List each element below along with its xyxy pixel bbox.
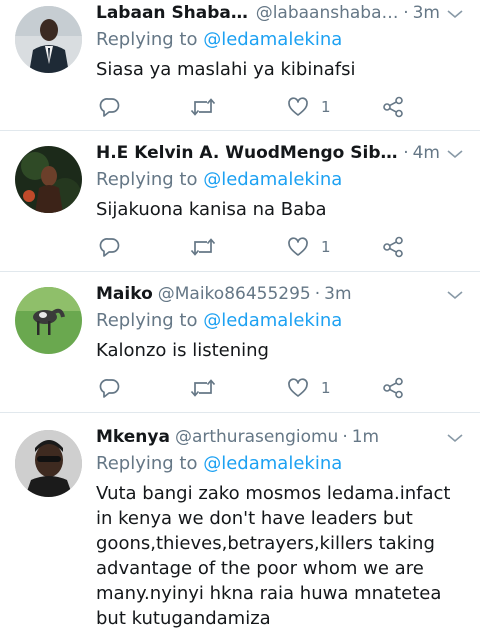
replying-label: Replying to (96, 169, 198, 190)
reply-icon (99, 379, 120, 398)
tweet-text: Vuta bangi zako mosmos ledama.infact in … (96, 483, 451, 629)
replying-to: Replying to @ledamalekina (96, 309, 480, 333)
like-count: 1 (321, 379, 331, 397)
tweet[interactable]: Mkenya @arthurasengiomu · 1m Replying to… (0, 413, 480, 643)
replying-label: Replying to (96, 310, 198, 331)
author-handle[interactable]: @Maiko86455295 (158, 283, 311, 305)
mention-link[interactable]: @ledamalekina (203, 310, 342, 331)
like-count: 1 (321, 238, 331, 256)
tweet-text: Kalonzo is listening (96, 340, 269, 361)
tweet[interactable]: Labaan Shabaan @labaanshabaan · 3m Reply… (0, 0, 480, 131)
like-button[interactable]: 1 (287, 377, 331, 399)
tweet[interactable]: H.E Kelvin A. WuodMengo Sibuor J... · 4m… (0, 131, 480, 272)
reply-button[interactable] (99, 377, 121, 399)
author-name[interactable]: H.E Kelvin A. WuodMengo Sibuor J... (96, 142, 399, 164)
retweet-button[interactable] (190, 96, 216, 118)
tweet-header: Labaan Shabaan @labaanshabaan · 3m (96, 2, 480, 24)
share-button[interactable] (382, 377, 404, 399)
replying-label: Replying to (96, 453, 198, 474)
avatar[interactable] (15, 6, 82, 73)
replying-label: Replying to (96, 29, 198, 50)
retweet-icon (190, 379, 216, 397)
author-handle[interactable]: @arthurasengiomu (175, 426, 338, 448)
share-icon (383, 236, 403, 258)
avatar[interactable] (15, 146, 82, 213)
reply-button[interactable] (99, 96, 121, 118)
timestamp[interactable]: 3m (413, 2, 440, 24)
like-button[interactable]: 1 (287, 236, 331, 258)
replying-to: Replying to @ledamalekina (96, 168, 480, 192)
author-name[interactable]: Mkenya (96, 426, 170, 448)
timestamp[interactable]: 1m (352, 426, 379, 448)
author-name[interactable]: Labaan Shabaan (96, 2, 251, 24)
tweet-text: Sijakuona kanisa na Baba (96, 199, 327, 220)
reply-icon (99, 238, 120, 257)
replies-feed: Labaan Shabaan @labaanshabaan · 3m Reply… (0, 0, 480, 643)
mention-link[interactable]: @ledamalekina (203, 453, 342, 474)
like-icon (288, 97, 308, 116)
replying-to: Replying to @ledamalekina (96, 452, 480, 476)
retweet-button[interactable] (190, 377, 216, 399)
like-count: 1 (321, 98, 331, 116)
reply-icon (99, 98, 120, 117)
chevron-down-icon[interactable] (446, 148, 464, 160)
like-button[interactable]: 1 (287, 96, 331, 118)
author-handle[interactable]: @labaanshabaan (256, 2, 400, 24)
retweet-icon (190, 238, 216, 256)
like-icon (288, 378, 308, 397)
avatar[interactable] (15, 287, 82, 354)
share-icon (383, 377, 403, 399)
separator-dot: · (403, 3, 409, 23)
like-icon (288, 237, 308, 256)
retweet-button[interactable] (190, 236, 216, 258)
share-button[interactable] (382, 236, 404, 258)
reply-button[interactable] (99, 236, 121, 258)
tweet[interactable]: Maiko @Maiko86455295 · 3m Replying to @l… (0, 272, 480, 413)
separator-dot: · (403, 143, 409, 163)
chevron-down-icon[interactable] (446, 432, 464, 444)
mention-link[interactable]: @ledamalekina (203, 29, 342, 50)
tweet-text: Siasa ya maslahi ya kibinafsi (96, 59, 356, 80)
separator-dot: · (342, 427, 348, 447)
avatar[interactable] (15, 430, 82, 497)
share-button[interactable] (382, 96, 404, 118)
timestamp[interactable]: 3m (324, 283, 351, 305)
retweet-icon (190, 98, 216, 116)
tweet-actions: 1 (96, 236, 480, 266)
mention-link[interactable]: @ledamalekina (203, 169, 342, 190)
author-name[interactable]: Maiko (96, 283, 153, 305)
tweet-actions: 1 (96, 96, 480, 126)
replying-to: Replying to @ledamalekina (96, 28, 480, 52)
chevron-down-icon[interactable] (446, 289, 464, 301)
tweet-actions: 1 (96, 377, 480, 407)
tweet-header: H.E Kelvin A. WuodMengo Sibuor J... · 4m (96, 142, 480, 164)
tweet-header: Mkenya @arthurasengiomu · 1m (96, 426, 480, 448)
chevron-down-icon[interactable] (446, 8, 464, 20)
share-icon (383, 96, 403, 118)
separator-dot: · (314, 284, 321, 304)
timestamp[interactable]: 4m (413, 142, 440, 164)
tweet-header: Maiko @Maiko86455295 · 3m (96, 283, 480, 305)
